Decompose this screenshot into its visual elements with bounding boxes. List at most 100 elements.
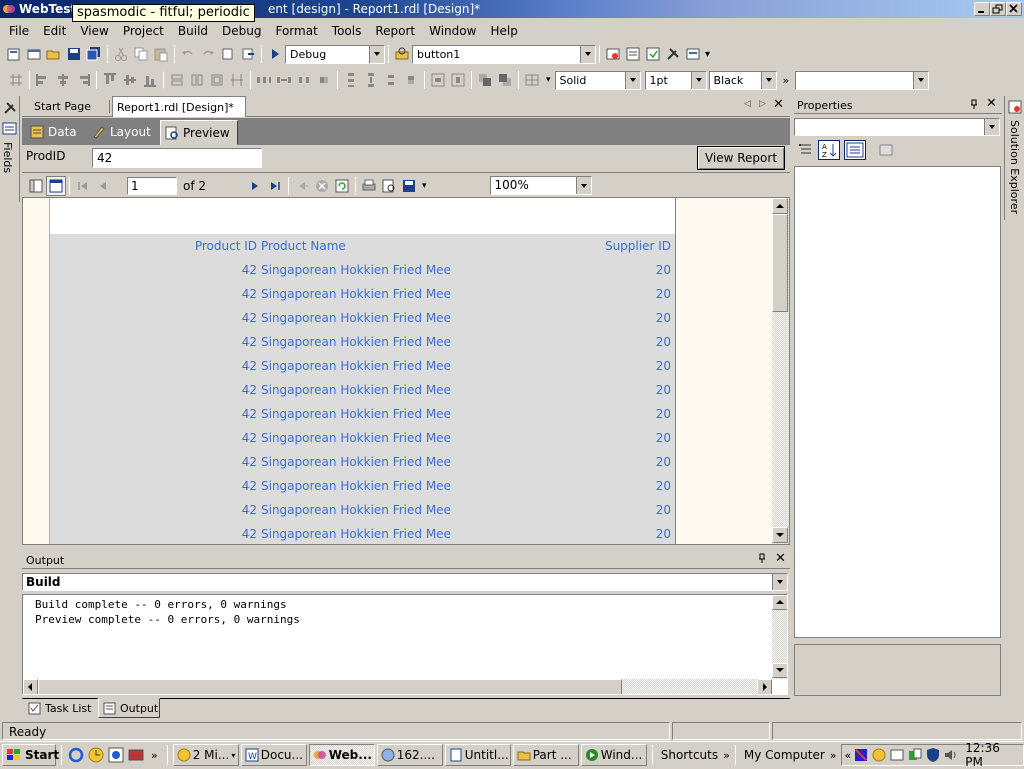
properties-view-icon[interactable]: [844, 140, 866, 160]
tab-report1[interactable]: Report1.rdl [Design]*: [112, 96, 246, 117]
vertical-spacing-decrease-icon[interactable]: [381, 70, 401, 90]
add-item-icon[interactable]: [24, 44, 44, 64]
refresh-icon[interactable]: [332, 176, 352, 196]
save-icon[interactable]: [64, 44, 84, 64]
tab-scroll-right-icon[interactable]: ▷: [759, 99, 766, 109]
find-icon[interactable]: [392, 44, 412, 64]
fields-side-tab[interactable]: Fields: [0, 96, 20, 202]
app-quicklaunch-icon[interactable]: [127, 746, 145, 764]
center-vertically-icon[interactable]: [448, 70, 468, 90]
properties-close-icon[interactable]: ✕: [986, 96, 997, 111]
taskbar-item-2[interactable]: W Docu...: [240, 744, 307, 766]
new-project-icon[interactable]: [4, 44, 24, 64]
page-number-input[interactable]: 1: [127, 176, 177, 195]
pin-icon[interactable]: [756, 552, 768, 564]
menu-file[interactable]: File: [2, 24, 36, 38]
output-text-area[interactable]: Build complete -- 0 errors, 0 warnings P…: [22, 594, 788, 695]
menu-edit[interactable]: Edit: [36, 24, 73, 38]
minimize-button[interactable]: [974, 2, 990, 16]
paste-icon[interactable]: [151, 44, 171, 64]
close-button[interactable]: [1006, 2, 1022, 16]
solution-explorer-side-tab[interactable]: Solution Explorer: [1004, 96, 1024, 220]
parameters-toggle-icon[interactable]: [46, 175, 66, 196]
output-hscroll-thumb[interactable]: [38, 679, 622, 694]
categorized-icon[interactable]: [798, 142, 814, 158]
menu-build[interactable]: Build: [171, 24, 215, 38]
border-width-select[interactable]: 1pt: [644, 70, 707, 90]
borders-dropdown-icon[interactable]: ▾: [542, 75, 555, 85]
tray-app-icon-1[interactable]: [853, 747, 869, 763]
vertical-spacing-remove-icon[interactable]: [401, 70, 421, 90]
properties-object-select[interactable]: [794, 118, 1000, 136]
output-scroll-right-button[interactable]: [757, 679, 772, 694]
print-icon[interactable]: [359, 176, 379, 196]
output-vertical-scrollbar[interactable]: [772, 595, 787, 679]
object-browser-icon[interactable]: [643, 44, 663, 64]
properties-pin-icon[interactable]: [968, 98, 980, 110]
start-debug-icon[interactable]: [265, 44, 285, 64]
navigate-forward-icon[interactable]: [238, 44, 258, 64]
ie-quicklaunch-icon[interactable]: [67, 746, 85, 764]
menu-view[interactable]: View: [73, 24, 115, 38]
size-to-grid-icon[interactable]: [227, 70, 247, 90]
my-computer-toolbar-label[interactable]: My Computer: [741, 748, 828, 762]
alphabetical-icon[interactable]: AZ: [818, 140, 840, 160]
make-same-size-icon[interactable]: [207, 70, 227, 90]
tab-scroll-left-icon[interactable]: ◁: [744, 99, 751, 109]
align-middles-icon[interactable]: [120, 70, 140, 90]
make-same-height-icon[interactable]: [187, 70, 207, 90]
horizontal-spacing-increase-icon[interactable]: [274, 70, 294, 90]
print-layout-icon[interactable]: [379, 176, 399, 196]
zoom-select[interactable]: 100%: [489, 176, 592, 195]
previous-page-icon[interactable]: [93, 176, 113, 196]
class-view-icon[interactable]: [683, 44, 703, 64]
bring-to-front-icon[interactable]: [475, 70, 495, 90]
tab-task-list[interactable]: Task List: [28, 699, 91, 718]
output-scroll-up-button[interactable]: [772, 595, 787, 610]
property-pages-icon[interactable]: [878, 142, 894, 158]
layout-toolbar-overflow-icon[interactable]: »: [777, 74, 796, 87]
borders-icon[interactable]: [522, 70, 542, 90]
back-icon[interactable]: [292, 176, 312, 196]
stop-icon[interactable]: [312, 176, 332, 196]
tab-start-page[interactable]: Start Page: [34, 100, 91, 113]
open-icon[interactable]: [44, 44, 64, 64]
shortcuts-overflow-icon[interactable]: »: [723, 749, 730, 762]
navigate-back-icon[interactable]: [218, 44, 238, 64]
align-lefts-icon[interactable]: [33, 70, 53, 90]
scroll-up-button[interactable]: [772, 198, 788, 214]
tab-data[interactable]: Data: [26, 120, 86, 143]
toolbar-overflow-icon[interactable]: ▾: [703, 49, 710, 60]
view-report-button[interactable]: View Report: [697, 146, 785, 170]
center-horizontally-icon[interactable]: [428, 70, 448, 90]
output-scroll-left-button[interactable]: [23, 679, 38, 694]
my-computer-overflow-icon[interactable]: »: [830, 749, 837, 762]
param-input[interactable]: 42: [92, 148, 262, 168]
taskbar-item-7[interactable]: Wind...: [580, 744, 647, 766]
export-icon[interactable]: [399, 176, 419, 196]
tray-app-icon-4[interactable]: [907, 747, 923, 763]
tab-close-icon[interactable]: ✕: [773, 97, 784, 112]
vs-quicklaunch-icon[interactable]: [107, 746, 125, 764]
vertical-spacing-increase-icon[interactable]: [361, 70, 381, 90]
menu-format[interactable]: Format: [268, 24, 324, 38]
font-select[interactable]: [795, 70, 930, 90]
shortcuts-toolbar-label[interactable]: Shortcuts: [658, 748, 721, 762]
menu-report[interactable]: Report: [368, 24, 422, 38]
scroll-thumb[interactable]: [772, 214, 788, 312]
find-combo[interactable]: button1: [412, 44, 596, 64]
tray-shield-icon[interactable]: [925, 747, 941, 763]
redo-icon[interactable]: [198, 44, 218, 64]
horizontal-spacing-decrease-icon[interactable]: [294, 70, 314, 90]
tray-app-icon-2[interactable]: [871, 747, 887, 763]
align-bottoms-icon[interactable]: [140, 70, 160, 90]
properties-window-icon[interactable]: [623, 44, 643, 64]
output-source-select[interactable]: Build: [22, 573, 788, 591]
align-centers-icon[interactable]: [53, 70, 73, 90]
taskbar-item-6[interactable]: Part ...: [512, 744, 579, 766]
output-scroll-down-button[interactable]: [772, 663, 787, 678]
taskbar-item-5[interactable]: Untitl...: [444, 744, 511, 766]
horizontal-spacing-remove-icon[interactable]: [314, 70, 334, 90]
last-page-icon[interactable]: [265, 176, 285, 196]
scroll-down-button[interactable]: [772, 527, 788, 543]
